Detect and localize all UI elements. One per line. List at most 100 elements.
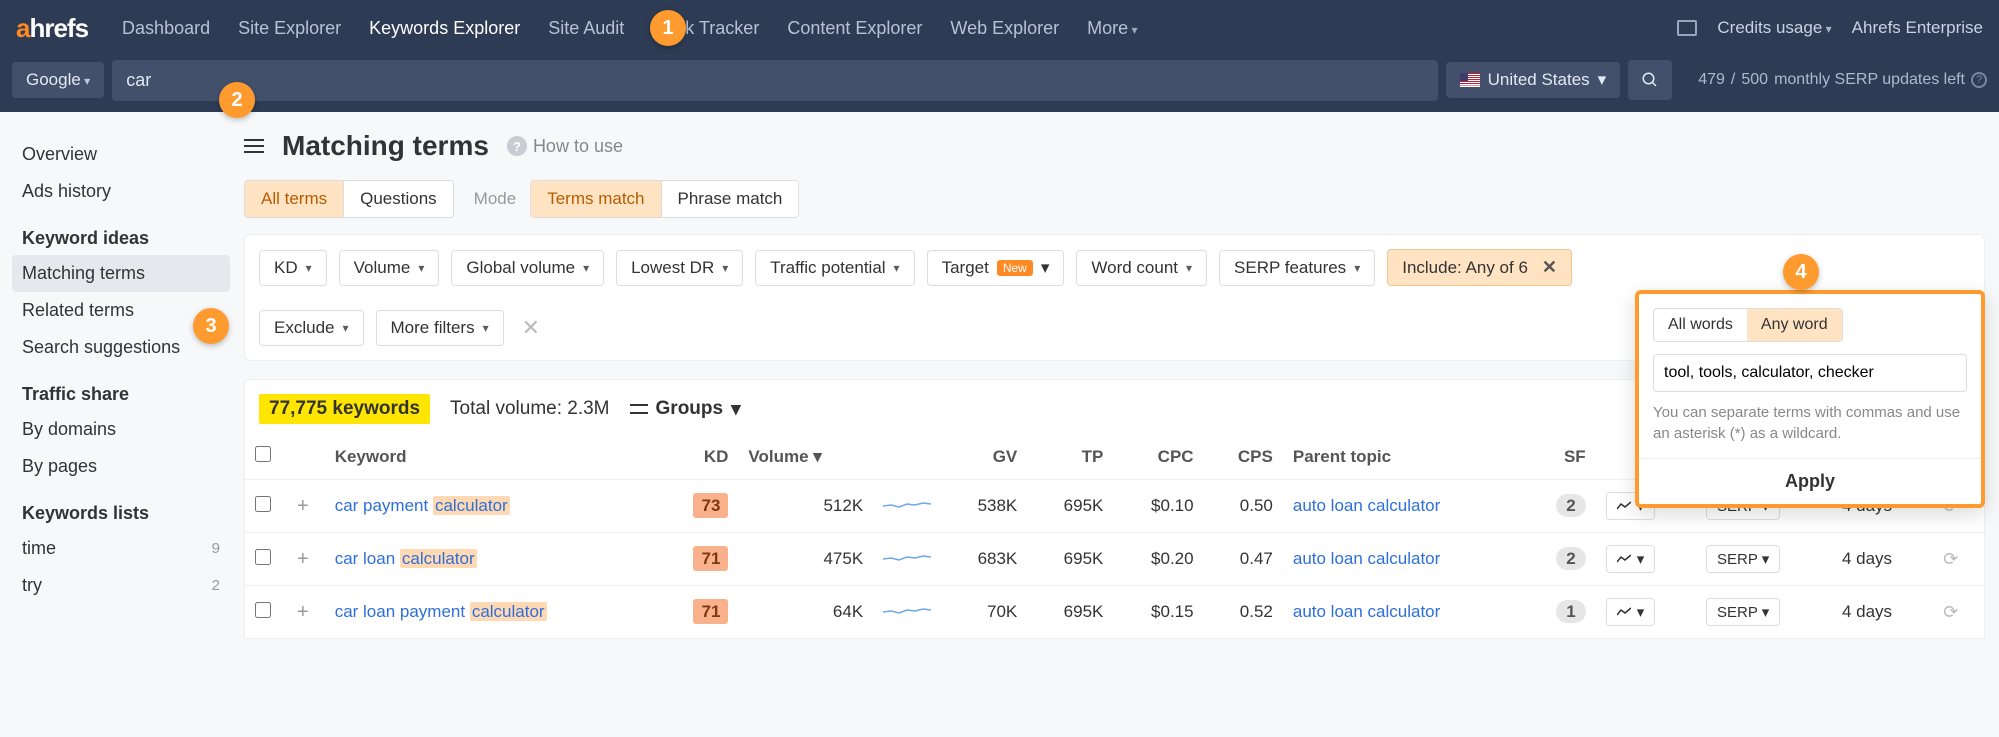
- row-checkbox[interactable]: [255, 602, 271, 618]
- credits-total: 500: [1741, 71, 1768, 89]
- collapse-sidebar-button[interactable]: [244, 139, 264, 153]
- logo[interactable]: ahrefs: [16, 13, 88, 44]
- nav-more[interactable]: More: [1073, 18, 1151, 39]
- th-volume[interactable]: Volume ▾: [738, 434, 873, 480]
- tab-terms-match[interactable]: Terms match: [531, 181, 661, 217]
- select-all-checkbox[interactable]: [255, 446, 271, 462]
- sort-desc-icon: ▾: [813, 447, 822, 466]
- sidebar-item-overview[interactable]: Overview: [12, 136, 230, 173]
- parent-topic-link[interactable]: auto loan calculator: [1293, 549, 1440, 568]
- appearance-icon[interactable]: [1677, 20, 1697, 36]
- sidebar: Overview Ads history Keyword ideas Match…: [0, 112, 230, 639]
- th-tp[interactable]: TP: [1027, 434, 1113, 480]
- parent-topic-link[interactable]: auto loan calculator: [1293, 496, 1440, 515]
- sidebar-list-item[interactable]: time 9: [12, 530, 230, 567]
- serp-button[interactable]: SERP ▾: [1706, 545, 1780, 573]
- sidebar-item-count: 2: [212, 577, 220, 594]
- sidebar-item-by-pages[interactable]: By pages: [12, 448, 230, 485]
- tab-all-terms[interactable]: All terms: [245, 181, 344, 217]
- expand-row-button[interactable]: +: [291, 548, 315, 570]
- kd-badge: 73: [693, 493, 728, 518]
- nav-site-explorer[interactable]: Site Explorer: [224, 18, 355, 39]
- position-history-button[interactable]: ▾: [1606, 545, 1656, 573]
- opt-all-words[interactable]: All words: [1654, 309, 1747, 341]
- row-checkbox[interactable]: [255, 549, 271, 565]
- search-engine-select[interactable]: Google: [12, 62, 104, 98]
- filter-target[interactable]: Target New ▾: [927, 250, 1065, 286]
- refresh-button[interactable]: ⟳: [1943, 549, 1958, 569]
- th-kd[interactable]: KD: [659, 434, 738, 480]
- serp-button[interactable]: SERP ▾: [1706, 598, 1780, 626]
- row-checkbox[interactable]: [255, 496, 271, 512]
- keyword-link[interactable]: car loan calculator: [335, 549, 477, 568]
- nav-dashboard[interactable]: Dashboard: [108, 18, 224, 39]
- sidebar-item-ads-history[interactable]: Ads history: [12, 173, 230, 210]
- cpc-cell: $0.10: [1113, 480, 1203, 533]
- sidebar-item-by-domains[interactable]: By domains: [12, 411, 230, 448]
- refresh-button[interactable]: ⟳: [1943, 602, 1958, 622]
- close-icon[interactable]: ✕: [1542, 257, 1557, 278]
- filter-word-count[interactable]: Word count: [1076, 250, 1207, 286]
- filter-lowest-dr[interactable]: Lowest DR: [616, 250, 743, 286]
- volume-cell: 64K: [738, 586, 873, 639]
- nav-web-explorer[interactable]: Web Explorer: [936, 18, 1073, 39]
- filter-more[interactable]: More filters: [376, 310, 504, 346]
- nav-keywords-explorer[interactable]: Keywords Explorer: [355, 18, 534, 39]
- filter-exclude[interactable]: Exclude: [259, 310, 364, 346]
- filter-kd[interactable]: KD: [259, 250, 327, 286]
- tab-questions[interactable]: Questions: [344, 181, 453, 217]
- word-match-toggle: All words Any word: [1653, 308, 1843, 342]
- cps-cell: 0.47: [1204, 533, 1283, 586]
- account-name[interactable]: Ahrefs Enterprise: [1852, 18, 1983, 38]
- chevron-down-icon: ▾: [731, 398, 741, 421]
- groups-label: Groups: [656, 398, 724, 420]
- table-row: +car loan payment calculator7164K70K695K…: [245, 586, 1985, 639]
- credits-usage-menu[interactable]: Credits usage: [1717, 18, 1831, 38]
- filter-volume[interactable]: Volume: [339, 250, 440, 286]
- apply-button[interactable]: Apply: [1639, 458, 1981, 504]
- expand-row-button[interactable]: +: [291, 495, 315, 517]
- tab-phrase-match[interactable]: Phrase match: [662, 181, 799, 217]
- position-history-button[interactable]: ▾: [1606, 598, 1656, 626]
- volume-cell: 512K: [738, 480, 873, 533]
- th-cps[interactable]: CPS: [1204, 434, 1283, 480]
- sidebar-item-matching-terms[interactable]: Matching terms: [12, 255, 230, 292]
- keyword-input[interactable]: [112, 60, 1437, 101]
- filter-global-volume[interactable]: Global volume: [451, 250, 604, 286]
- callout-2: 2: [219, 82, 255, 118]
- include-terms-input[interactable]: [1653, 354, 1967, 392]
- sidebar-list-item[interactable]: try 2: [12, 567, 230, 604]
- callout-3: 3: [193, 308, 229, 344]
- filter-serp-features[interactable]: SERP features: [1219, 250, 1375, 286]
- tp-cell: 695K: [1027, 533, 1113, 586]
- expand-row-button[interactable]: +: [291, 601, 315, 623]
- parent-topic-link[interactable]: auto loan calculator: [1293, 602, 1440, 621]
- filter-include[interactable]: Include: Any of 6 ✕: [1387, 249, 1572, 286]
- groups-button[interactable]: Groups ▾: [630, 398, 741, 421]
- trend-sparkline: [883, 549, 931, 565]
- keyword-link[interactable]: car payment calculator: [335, 496, 510, 515]
- opt-any-word[interactable]: Any word: [1747, 309, 1842, 341]
- chart-icon: [1617, 554, 1631, 564]
- cps-cell: 0.52: [1204, 586, 1283, 639]
- clear-filters-button[interactable]: ✕: [516, 315, 546, 341]
- credits-label: monthly SERP updates left: [1774, 71, 1965, 89]
- match-mode-tabs: Terms match Phrase match: [530, 180, 799, 218]
- help-icon[interactable]: ?: [1971, 72, 1987, 88]
- how-to-use-link[interactable]: ? How to use: [507, 136, 623, 157]
- th-parent-topic[interactable]: Parent topic: [1283, 434, 1525, 480]
- country-select[interactable]: United States ▾: [1446, 62, 1621, 98]
- trend-sparkline: [883, 602, 931, 618]
- filter-traffic-potential[interactable]: Traffic potential: [755, 250, 914, 286]
- gv-cell: 683K: [941, 533, 1027, 586]
- th-cpc[interactable]: CPC: [1113, 434, 1203, 480]
- trend-sparkline: [883, 496, 931, 512]
- nav-content-explorer[interactable]: Content Explorer: [773, 18, 936, 39]
- th-gv[interactable]: GV: [941, 434, 1027, 480]
- th-keyword[interactable]: Keyword: [325, 434, 660, 480]
- th-sf[interactable]: SF: [1524, 434, 1595, 480]
- search-button[interactable]: [1628, 60, 1672, 100]
- keyword-link[interactable]: car loan payment calculator: [335, 602, 547, 621]
- nav-site-audit[interactable]: Site Audit: [534, 18, 638, 39]
- sidebar-item-label: time: [22, 538, 56, 559]
